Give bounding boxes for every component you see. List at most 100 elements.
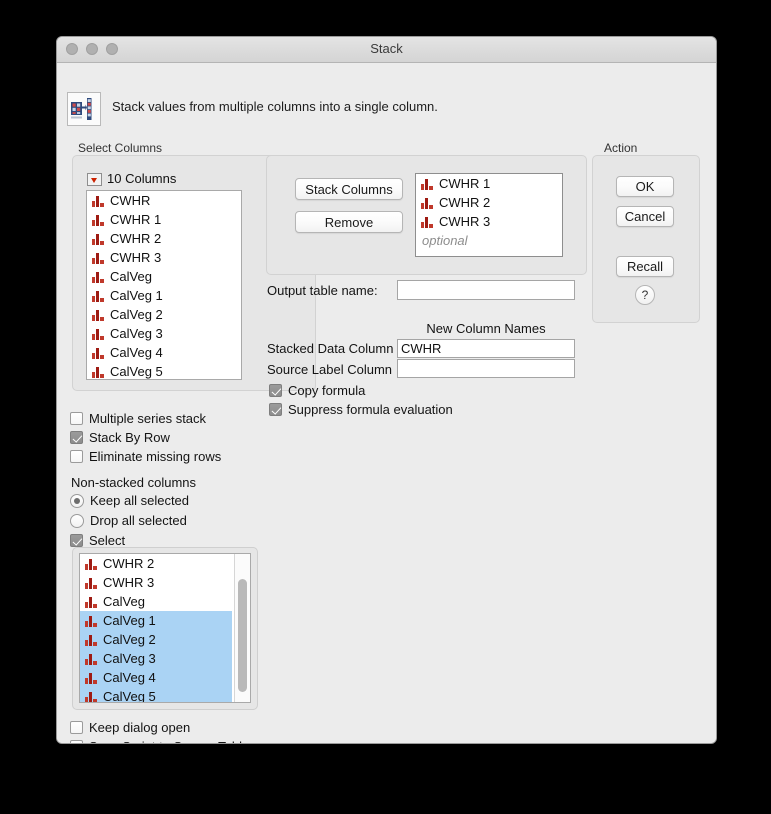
save-script-checkbox[interactable] [70,740,83,743]
copy-formula-label: Copy formula [288,383,366,398]
non-stacked-columns-list[interactable]: CWHR 2 CWHR 3 CalVeg CalVeg 1 CalVeg 2 CalVeg… [79,553,251,703]
dialog-description: Stack values from multiple columns into … [112,99,438,114]
list-item-label: CWHR 1 [110,212,162,227]
list-item[interactable]: CWHR 1 [416,174,562,193]
column-icon [92,271,104,283]
list-item[interactable]: CalVeg 3 [80,649,232,668]
keep-all-selected-radio[interactable] [70,493,84,508]
eliminate-missing-rows-row[interactable]: Eliminate missing rows [70,449,221,464]
list-item[interactable]: CalVeg 1 [87,286,241,305]
copy-formula-checkbox-row[interactable]: Copy formula [269,383,365,398]
column-icon [92,195,104,207]
list-item[interactable]: CalVeg 4 [80,668,232,687]
copy-formula-checkbox[interactable] [269,384,282,397]
eliminate-missing-rows-checkbox[interactable] [70,450,83,463]
keep-dialog-open-row[interactable]: Keep dialog open [70,720,190,735]
list-item[interactable]: CalVeg 1 [80,611,232,630]
source-label-column-label: Source Label Column [267,362,393,377]
list-item[interactable]: CWHR 2 [87,229,241,248]
column-icon [421,197,433,209]
column-icon [85,558,97,570]
keep-dialog-open-checkbox[interactable] [70,721,83,734]
eliminate-missing-rows-label: Eliminate missing rows [89,449,222,464]
column-icon [92,290,104,302]
list-item-label: CalVeg 4 [110,345,163,360]
list-item-label: CalVeg [103,594,145,609]
drop-all-selected-radio[interactable] [70,513,84,528]
source-label-column-input[interactable] [397,359,575,378]
select-checkbox-label: Select [89,533,126,548]
select-checkbox-row[interactable]: Select [70,533,125,548]
save-script-label: Save Script to Source Table [89,739,249,743]
list-item[interactable]: CalVeg 5 [80,687,232,703]
list-item-label: CalVeg 2 [110,307,163,322]
column-icon [92,252,104,264]
list-item-label: CalVeg 5 [103,689,156,703]
list-item-label: CalVeg 3 [103,651,156,666]
list-item[interactable]: CWHR 3 [87,248,241,267]
keep-all-selected-label: Keep all selected [90,493,190,508]
column-icon [92,328,104,340]
list-item-label: CWHR [110,193,151,208]
scrollbar-thumb[interactable] [238,579,247,692]
ok-button[interactable]: OK [616,176,674,197]
list-item-label: CWHR 3 [103,575,155,590]
list-item[interactable]: CalVeg [80,592,232,611]
column-icon [421,216,433,228]
dialog-content: Stack values from multiple columns into … [57,63,716,743]
window-title: Stack [370,41,403,56]
drop-all-selected-row[interactable]: Drop all selected [70,513,187,528]
multiple-series-stack-label: Multiple series stack [89,411,207,426]
list-item[interactable]: CWHR 3 [416,212,562,231]
list-item[interactable]: CWHR 2 [416,193,562,212]
output-table-input[interactable] [397,280,575,300]
new-column-names-heading: New Column Names [426,321,546,336]
column-icon [92,347,104,359]
list-item[interactable]: CalVeg 3 [87,324,241,343]
column-icon [85,653,97,665]
multiple-series-stack-row[interactable]: Multiple series stack [70,411,206,426]
list-item-label: CalVeg 1 [110,288,163,303]
column-icon [85,634,97,646]
list-item[interactable]: CalVeg 2 [80,630,232,649]
stack-by-row-row[interactable]: Stack By Row [70,430,170,445]
list-item[interactable]: CWHR 3 [80,573,232,592]
stacked-columns-list[interactable]: CWHR 1 CWHR 2 CWHR 3 optional [415,173,563,257]
suppress-formula-checkbox-row[interactable]: Suppress formula evaluation [269,402,453,417]
list-item-label: CWHR 2 [103,556,155,571]
stack-by-row-checkbox[interactable] [70,431,83,444]
help-button[interactable]: ? [635,285,655,305]
list-item[interactable]: CalVeg 5 [87,362,241,379]
multiple-series-stack-checkbox[interactable] [70,412,83,425]
list-item[interactable]: CalVeg [87,267,241,286]
remove-button[interactable]: Remove [295,211,403,233]
column-icon [92,214,104,226]
recall-button[interactable]: Recall [616,256,674,277]
list-item-label: CalVeg 3 [110,326,163,341]
list-item[interactable]: CWHR 2 [80,554,232,573]
select-columns-list[interactable]: CWHR CWHR 1 CWHR 2 CWHR 3 CalVeg CalVeg 1 CalV… [86,190,242,380]
list-item-label: CalVeg [110,269,152,284]
column-icon [85,691,97,702]
select-checkbox[interactable] [70,534,83,547]
list-item-label: CalVeg 1 [103,613,156,628]
column-icon [92,309,104,321]
columns-disclosure-icon[interactable] [87,173,102,186]
suppress-formula-checkbox[interactable] [269,403,282,416]
suppress-formula-label: Suppress formula evaluation [288,402,453,417]
cancel-button[interactable]: Cancel [616,206,674,227]
column-icon [85,672,97,684]
save-script-row[interactable]: Save Script to Source Table [70,739,249,743]
column-icon [85,577,97,589]
list-item[interactable]: CalVeg 2 [87,305,241,324]
keep-all-selected-row[interactable]: Keep all selected [70,493,189,508]
non-stacked-list-scrollbar[interactable] [234,554,250,702]
non-stacked-columns-caption: Non-stacked columns [71,475,196,490]
list-item[interactable]: CWHR [87,191,241,210]
stacked-data-column-input[interactable]: CWHR [397,339,575,358]
list-item-label: CWHR 3 [110,250,162,265]
column-icon [92,233,104,245]
list-item[interactable]: CalVeg 4 [87,343,241,362]
stack-columns-button[interactable]: Stack Columns [295,178,403,200]
list-item[interactable]: CWHR 1 [87,210,241,229]
